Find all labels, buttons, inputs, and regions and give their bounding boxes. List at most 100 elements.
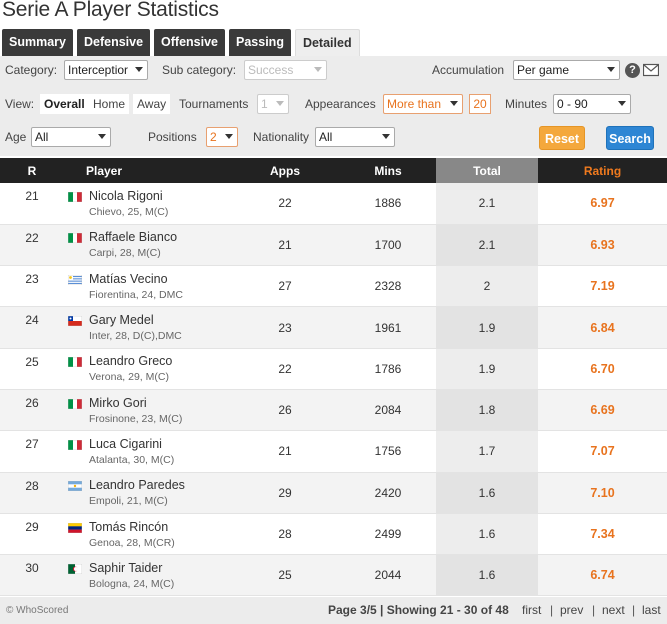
subcategory-select[interactable]: Success — [244, 60, 327, 80]
rank-cell: 26 — [0, 389, 64, 432]
rating-cell: 7.34 — [538, 513, 667, 556]
appearances-select[interactable]: More than — [383, 94, 463, 114]
tab-summary[interactable]: Summary — [2, 29, 73, 56]
mins-cell: 2420 — [340, 472, 436, 514]
col-apps-header[interactable]: Apps — [230, 158, 340, 183]
filter-row-age: Age All Positions 2 Nationality All Rese… — [0, 125, 667, 150]
age-select[interactable]: All — [31, 127, 111, 147]
chevron-down-icon — [314, 67, 322, 72]
rank-cell: 29 — [0, 513, 64, 556]
minutes-label: Minutes — [505, 97, 548, 111]
search-button[interactable]: Search — [606, 126, 654, 150]
tournaments-label: Tournaments — [179, 97, 249, 111]
mins-cell: 2044 — [340, 554, 436, 597]
player-name-link[interactable]: Luca Cigarini — [89, 437, 162, 451]
minutes-value: 0 - 90 — [557, 97, 588, 111]
rank-cell: 27 — [0, 430, 64, 473]
chevron-down-icon — [135, 67, 143, 72]
help-icon[interactable]: ? — [625, 63, 640, 78]
player-cell: Leandro Greco Verona, 29, M(C) — [64, 348, 230, 390]
mins-cell: 1886 — [340, 183, 436, 225]
page-separator: | — [592, 603, 596, 617]
appearances-label: Appearances — [305, 97, 376, 111]
page-separator: | — [550, 603, 554, 617]
page-first-link[interactable]: first — [522, 597, 541, 624]
total-cell: 1.9 — [436, 306, 538, 349]
apps-cell: 29 — [230, 472, 340, 514]
mins-cell: 1756 — [340, 430, 436, 473]
tournaments-value: 1 — [261, 97, 268, 111]
col-total-header[interactable]: Total — [436, 158, 538, 183]
col-rank-header[interactable]: R — [0, 158, 64, 183]
total-cell: 1.7 — [436, 430, 538, 473]
category-select[interactable]: Interceptior — [64, 60, 148, 80]
view-label: View: — [5, 97, 35, 111]
appearances-value: More than — [387, 97, 442, 111]
minutes-select[interactable]: 0 - 90 — [553, 94, 631, 114]
rating-cell: 6.74 — [538, 554, 667, 597]
tab-defensive[interactable]: Defensive — [76, 29, 151, 56]
page-last-link[interactable]: last — [642, 597, 661, 624]
player-cell: Luca Cigarini Atalanta, 30, M(C) — [64, 430, 230, 473]
player-cell: Saphir Taider Bologna, 24, M(C) — [64, 554, 230, 597]
tab-passing[interactable]: Passing — [229, 29, 291, 56]
player-name-link[interactable]: Saphir Taider — [89, 561, 162, 575]
rank-cell: 23 — [0, 265, 64, 308]
player-name-link[interactable]: Matías Vecino — [89, 272, 168, 286]
page-separator: | — [632, 603, 636, 617]
positions-select[interactable]: 2 — [206, 127, 238, 147]
view-home[interactable]: Home — [89, 94, 130, 114]
table-row: 30 Saphir Taider Bologna, 24, M(C) 25 2044 1.… — [0, 554, 667, 597]
reset-button[interactable]: Reset — [539, 126, 585, 150]
player-meta: Chievo, 25, M(C) — [89, 205, 169, 218]
total-cell: 1.9 — [436, 348, 538, 390]
page-info: Page 3/5 | Showing 21 - 30 of 48 — [328, 603, 509, 617]
appearances-count-input[interactable]: 20 — [469, 94, 491, 114]
italy-flag-icon — [67, 439, 83, 451]
age-label: Age — [5, 130, 27, 144]
apps-cell: 22 — [230, 183, 340, 225]
player-name-link[interactable]: Leandro Paredes — [89, 478, 185, 492]
chevron-down-icon — [618, 101, 626, 106]
player-name-link[interactable]: Tomás Rincón — [89, 520, 168, 534]
page-prev-link[interactable]: prev — [560, 597, 583, 624]
rank-cell: 21 — [0, 183, 64, 225]
rating-cell: 7.10 — [538, 472, 667, 514]
player-name-link[interactable]: Nicola Rigoni — [89, 189, 163, 203]
argentina-flag-icon — [67, 480, 83, 492]
table-row: 29 Tomás Rincón Genoa, 28, M(CR) 28 2499 1.6 7… — [0, 513, 667, 556]
apps-cell: 21 — [230, 430, 340, 473]
accumulation-select[interactable]: Per game — [513, 60, 620, 80]
copyright-text: © WhoScored — [6, 605, 69, 616]
mail-icon[interactable] — [642, 63, 660, 77]
page-next-link[interactable]: next — [602, 597, 625, 624]
table-row: 25 Leandro Greco Verona, 29, M(C) 22 1786 1.9… — [0, 348, 667, 390]
tournaments-select[interactable]: 1 — [257, 94, 289, 114]
age-value: All — [35, 130, 49, 144]
col-mins-header[interactable]: Mins — [340, 158, 436, 183]
tab-detailed[interactable]: Detailed — [294, 29, 360, 56]
apps-cell: 27 — [230, 265, 340, 308]
rank-cell: 22 — [0, 224, 64, 267]
italy-flag-icon — [67, 232, 83, 244]
player-name-link[interactable]: Mirko Gori — [89, 396, 147, 410]
category-value: Interceptior — [68, 63, 129, 77]
apps-cell: 26 — [230, 389, 340, 432]
player-name-link[interactable]: Raffaele Bianco — [89, 230, 177, 244]
player-name-link[interactable]: Leandro Greco — [89, 354, 172, 368]
player-meta: Genoa, 28, M(CR) — [89, 536, 175, 549]
player-name-link[interactable]: Gary Medel — [89, 313, 154, 327]
subcategory-value: Success — [248, 63, 294, 77]
col-player-header[interactable]: Player — [64, 158, 230, 183]
col-rating-header[interactable]: Rating — [538, 158, 667, 183]
apps-cell: 21 — [230, 224, 340, 267]
tab-offensive[interactable]: Offensive — [154, 29, 226, 56]
player-meta: Bologna, 24, M(C) — [89, 577, 175, 590]
total-cell: 1.8 — [436, 389, 538, 432]
chevron-down-icon — [607, 67, 615, 72]
player-cell: Gary Medel Inter, 28, D(C),DMC — [64, 306, 230, 349]
nationality-select[interactable]: All — [315, 127, 395, 147]
view-overall[interactable]: Overall — [40, 94, 89, 114]
view-away[interactable]: Away — [133, 94, 171, 114]
italy-flag-icon — [67, 356, 83, 368]
